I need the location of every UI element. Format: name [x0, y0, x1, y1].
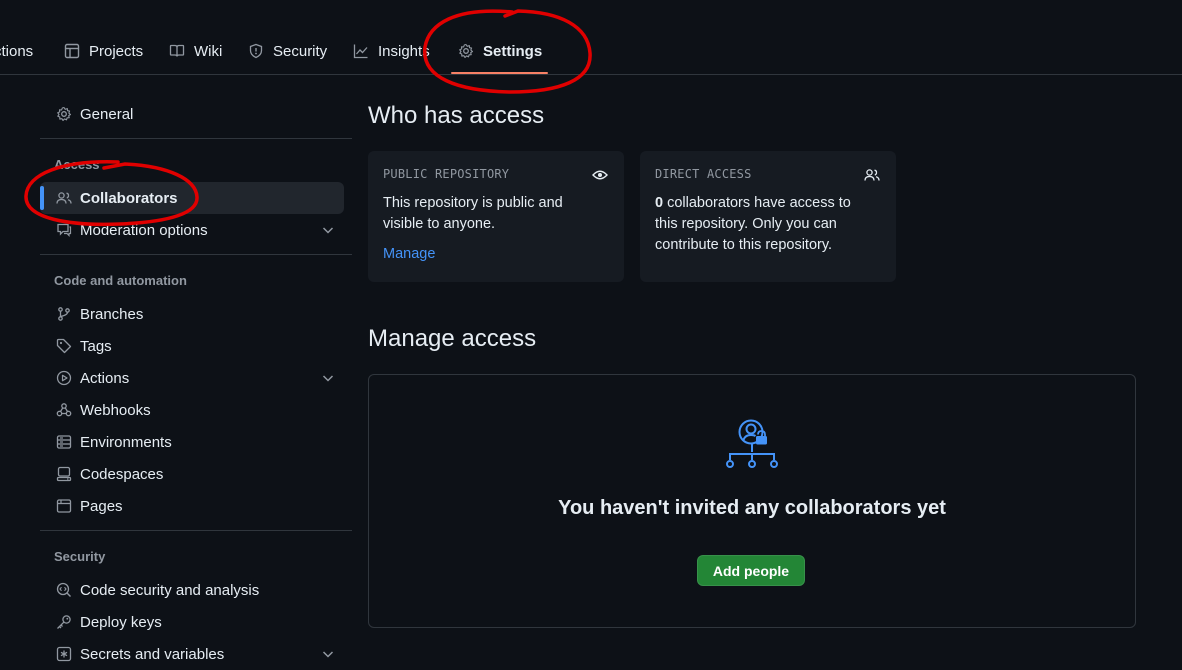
sidebar-item-label: Secrets and variables [80, 645, 225, 663]
card-description: This repository is public and visible to… [383, 195, 563, 232]
tab-wiki[interactable]: Wiki [169, 39, 222, 63]
sidebar-item-label: Actions [80, 369, 130, 387]
sidebar-heading-code: Code and automation [54, 273, 187, 288]
sidebar-item-collaborators[interactable]: Collaborators [40, 182, 344, 214]
sidebar-item-tags[interactable]: Tags [40, 330, 344, 362]
sidebar-item-branches[interactable]: Branches [40, 298, 344, 330]
shield-icon [249, 43, 263, 59]
tab-label: Wiki [194, 42, 223, 60]
tab-label: ctions [0, 42, 34, 60]
gear-icon [57, 106, 72, 122]
sidebar-item-moderation[interactable]: Moderation options [40, 214, 344, 246]
sidebar-item-environments[interactable]: Environments [40, 426, 344, 458]
public-repository-card: PUBLIC REPOSITORY This repository is pub… [368, 151, 624, 282]
empty-state-title: You haven't invited any collaborators ye… [558, 497, 946, 519]
sidebar-item-label: Webhooks [80, 401, 151, 419]
sidebar-item-label: Moderation options [80, 221, 208, 239]
manage-access-title: Manage access [368, 325, 537, 352]
chevron-down-icon [322, 227, 334, 234]
sidebar-item-label: General [80, 105, 134, 123]
sidebar-item-secrets[interactable]: Secrets and variables [40, 638, 344, 670]
sidebar-item-pages[interactable]: Pages [40, 490, 344, 522]
sidebar-item-actions[interactable]: Actions [40, 362, 344, 394]
sidebar-item-code-security[interactable]: Code security and analysis [40, 574, 344, 606]
sidebar-divider [40, 138, 352, 139]
eye-icon [592, 170, 608, 180]
webhook-icon [56, 403, 72, 417]
add-people-button[interactable]: Add people [697, 555, 805, 586]
branch-icon [58, 307, 70, 321]
browser-icon [56, 499, 72, 513]
card-title: PUBLIC REPOSITORY [383, 167, 510, 181]
people-icon [56, 192, 72, 204]
card-description-text: collaborators have access to this reposi… [655, 195, 851, 253]
codescan-icon [56, 582, 71, 597]
sidebar-item-codespaces[interactable]: Codespaces [40, 458, 344, 490]
server-icon [56, 435, 72, 449]
sidebar-item-label: Tags [80, 337, 112, 355]
chevron-down-icon [322, 651, 334, 658]
sidebar-heading-access: Access [54, 157, 100, 172]
direct-access-card: DIRECT ACCESS 0 collaborators have acces… [640, 151, 896, 282]
key-icon [57, 615, 71, 629]
tab-label: Settings [483, 42, 543, 60]
collaborators-empty-state: You haven't invited any collaborators ye… [368, 374, 1136, 628]
graph-icon [353, 44, 368, 59]
card-description: 0 collaborators have access to this repo… [655, 193, 875, 256]
tab-label: Insights [378, 42, 430, 60]
tab-projects[interactable]: Projects [64, 39, 143, 63]
sidebar-divider [40, 254, 352, 255]
collaborators-empty-icon [726, 419, 778, 468]
tab-label: Security [273, 42, 328, 60]
table-icon [64, 43, 80, 59]
card-title: DIRECT ACCESS [655, 167, 752, 181]
sidebar-heading-security: Security [54, 549, 106, 564]
sidebar-item-general[interactable]: General [40, 98, 344, 130]
sidebar-divider [40, 530, 352, 531]
active-tab-indicator [451, 72, 548, 74]
sidebar-item-webhooks[interactable]: Webhooks [40, 394, 344, 426]
tab-security[interactable]: Security [248, 39, 327, 63]
sidebar-item-label: Deploy keys [80, 613, 162, 631]
asterisk-icon [56, 646, 72, 662]
repo-nav: ctions Projects Wiki Security Insights S… [0, 0, 1182, 75]
sidebar-item-label: Code security and analysis [80, 581, 260, 599]
tab-insights[interactable]: Insights [353, 39, 430, 63]
comment-icon [57, 223, 72, 237]
gear-icon [459, 43, 474, 59]
sidebar-item-deploy-keys[interactable]: Deploy keys [40, 606, 344, 638]
sidebar-item-label: Branches [80, 305, 144, 323]
tag-icon [56, 338, 72, 354]
sidebar-item-label: Pages [80, 497, 123, 515]
sidebar-item-label: Collaborators [80, 189, 178, 207]
tab-actions[interactable]: ctions [0, 39, 33, 63]
chevron-down-icon [322, 375, 334, 382]
sidebar-item-label: Environments [80, 433, 172, 451]
sidebar-item-label: Codespaces [80, 465, 164, 483]
book-icon [169, 44, 185, 57]
play-icon [56, 370, 72, 386]
collaborator-count: 0 [655, 195, 664, 211]
manage-visibility-link[interactable]: Manage [383, 246, 435, 262]
codespaces-icon [56, 466, 72, 482]
tab-label: Projects [89, 42, 144, 60]
tab-settings[interactable]: Settings [458, 39, 542, 63]
who-has-access-title: Who has access [368, 102, 545, 129]
people-icon [864, 169, 880, 181]
